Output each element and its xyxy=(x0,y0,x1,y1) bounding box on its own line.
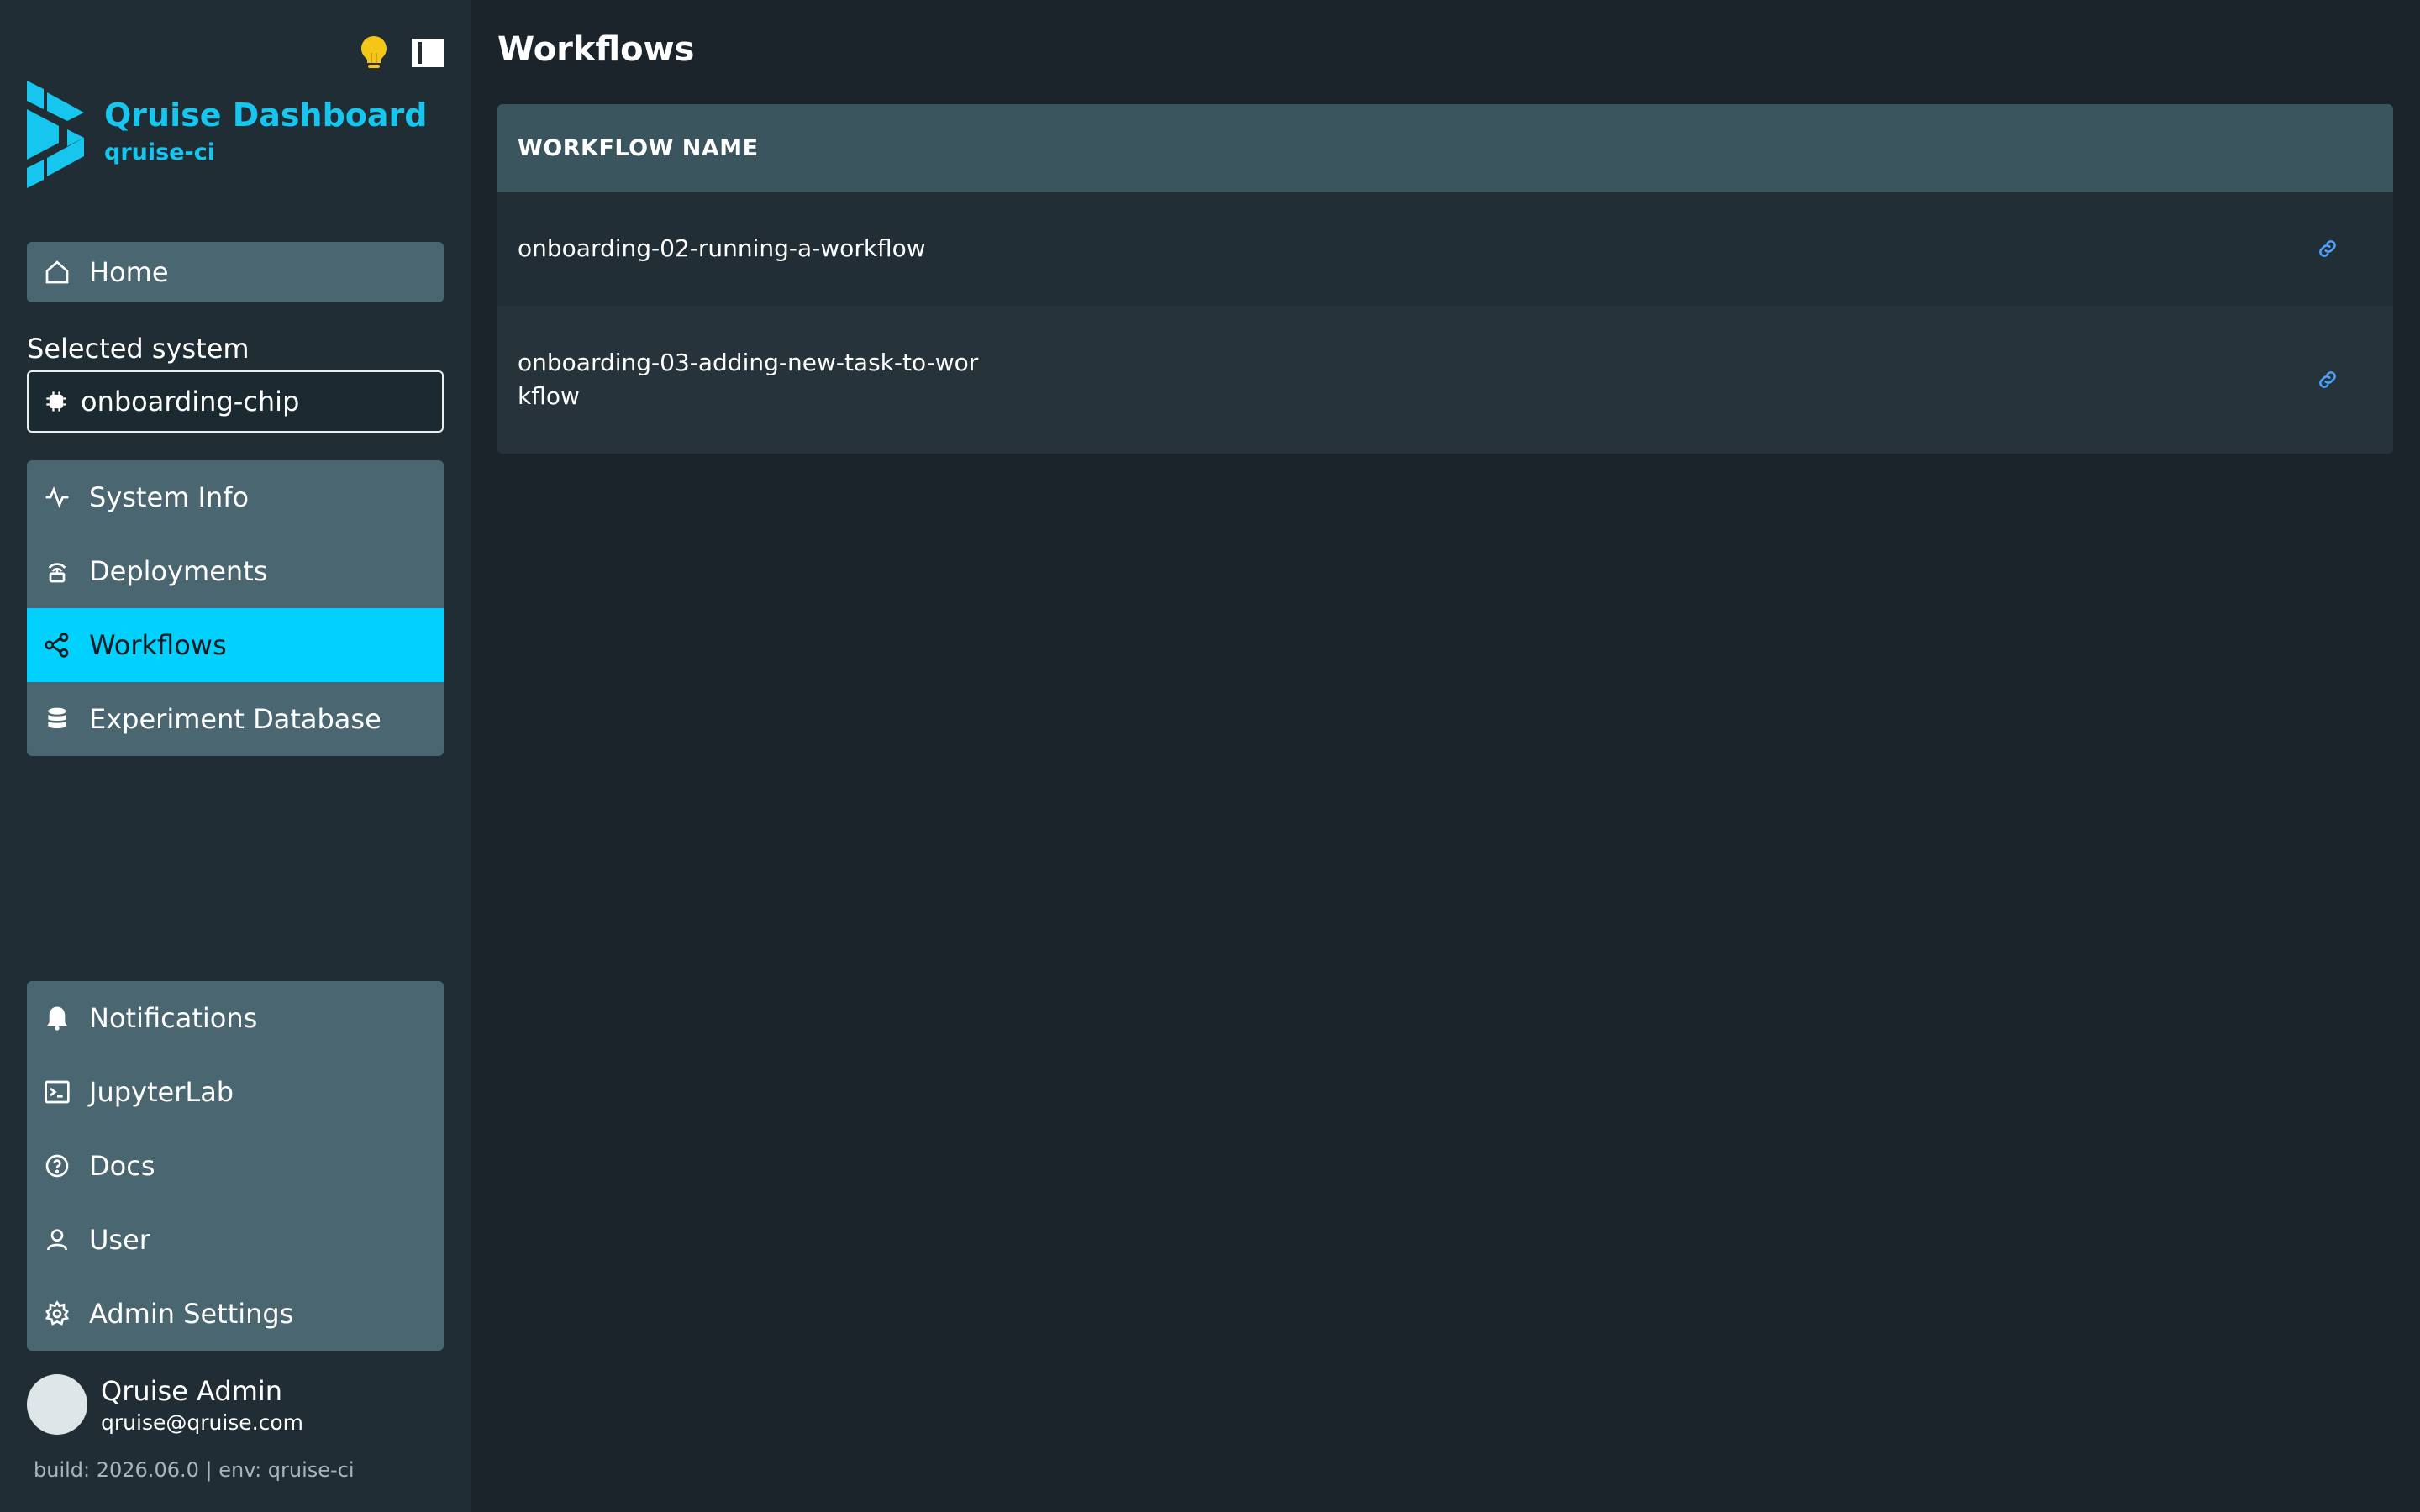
sidebar-item-experiment-database[interactable]: Experiment Database xyxy=(27,682,444,756)
user-name: Qruise Admin xyxy=(101,1374,283,1407)
chip-icon xyxy=(44,389,69,414)
column-header-workflow-name[interactable]: WORKFLOW NAME xyxy=(518,135,759,161)
page-title: Workflows xyxy=(497,30,695,69)
sidebar-top-icons xyxy=(356,34,445,72)
user-email: qruise@qruise.com xyxy=(101,1410,304,1435)
workflow-name: onboarding-03-adding-new-task-to-workflo… xyxy=(518,349,979,410)
sidebar-toggle-icon[interactable] xyxy=(410,34,445,72)
sidebar-item-label: Notifications xyxy=(89,1002,258,1034)
sidebar: Qruise Dashboard qruise-ci Home Selected… xyxy=(0,0,471,1512)
selected-system-value: onboarding-chip xyxy=(81,386,300,417)
sidebar-item-docs[interactable]: Docs xyxy=(27,1129,444,1203)
sidebar-item-home[interactable]: Home xyxy=(27,242,444,302)
activity-icon xyxy=(42,482,72,512)
sidebar-item-label: JupyterLab xyxy=(89,1076,234,1108)
brand[interactable]: Qruise Dashboard qruise-ci xyxy=(25,81,428,188)
sidebar-item-label: Home xyxy=(89,256,169,288)
workflow-icon xyxy=(42,630,72,660)
sidebar-item-label: User xyxy=(89,1224,150,1256)
sidebar-item-label: Deployments xyxy=(89,555,268,587)
qruise-logo xyxy=(27,81,84,188)
workflow-name: onboarding-02-running-a-workflow xyxy=(518,234,926,262)
table-row[interactable]: onboarding-02-running-a-workflow xyxy=(497,192,2393,306)
link-icon[interactable] xyxy=(2312,365,2343,395)
sidebar-item-notifications[interactable]: Notifications xyxy=(27,981,444,1055)
sidebar-item-label: Workflows xyxy=(89,629,227,661)
database-icon xyxy=(42,704,72,734)
terminal-icon xyxy=(42,1077,72,1107)
help-circle-icon xyxy=(42,1151,72,1181)
build-info: build: 2026.06.0 | env: qruise-ci xyxy=(34,1458,355,1482)
gear-icon xyxy=(42,1299,72,1329)
workflows-table: WORKFLOW NAME onboarding-02-running-a-wo… xyxy=(497,104,2393,454)
bell-icon xyxy=(42,1003,72,1033)
sidebar-item-admin-settings[interactable]: Admin Settings xyxy=(27,1277,444,1351)
app-subtitle: qruise-ci xyxy=(104,139,215,165)
user-icon xyxy=(42,1225,72,1255)
sidebar-item-workflows[interactable]: Workflows xyxy=(27,608,444,682)
sidebar-item-user[interactable]: User xyxy=(27,1203,444,1277)
lightbulb-icon[interactable] xyxy=(356,34,392,72)
sidebar-item-deployments[interactable]: Deployments xyxy=(27,534,444,608)
sidebar-item-label: System Info xyxy=(89,481,250,513)
sidebar-item-jupyterlab[interactable]: JupyterLab xyxy=(27,1055,444,1129)
sidebar-item-system-info[interactable]: System Info xyxy=(27,460,444,534)
sidebar-item-label: Experiment Database xyxy=(89,703,381,735)
home-icon xyxy=(42,257,72,287)
app-title: Qruise Dashboard xyxy=(104,97,428,134)
table-row[interactable]: onboarding-03-adding-new-task-to-workflo… xyxy=(497,306,2393,454)
avatar xyxy=(27,1374,87,1435)
user-profile[interactable]: Qruise Admin qruise@qruise.com xyxy=(27,1374,303,1435)
table-header: WORKFLOW NAME xyxy=(497,104,2393,192)
selected-system-label: Selected system xyxy=(27,333,250,365)
deployments-icon xyxy=(42,556,72,586)
link-icon[interactable] xyxy=(2312,234,2343,264)
bottom-nav: Notifications JupyterLab Docs User Admin… xyxy=(27,981,444,1351)
system-nav: System Info Deployments Workflows Experi… xyxy=(27,460,444,756)
system-selector[interactable]: onboarding-chip xyxy=(27,370,444,433)
sidebar-item-label: Admin Settings xyxy=(89,1298,294,1330)
sidebar-item-label: Docs xyxy=(89,1150,155,1182)
home-card: Home xyxy=(27,242,444,302)
